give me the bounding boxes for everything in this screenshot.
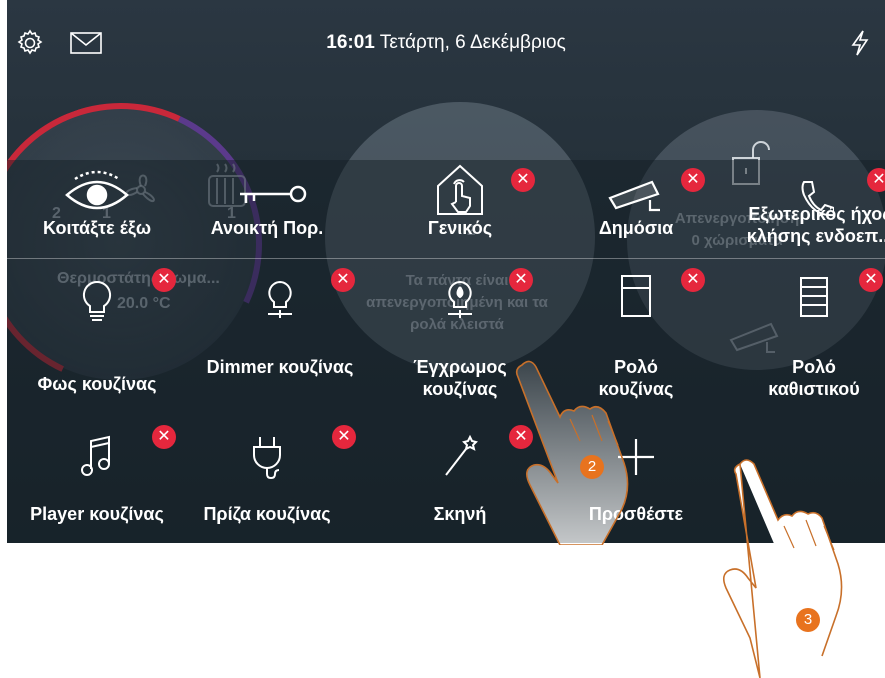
delete-button[interactable]: ✕	[859, 268, 883, 292]
tile-kitchen-light[interactable]: Φως κουζίνας ✕	[12, 268, 182, 394]
hand-pointer-icon	[515, 360, 629, 545]
tile-living-blind[interactable]: Ρολό καθιστικού ✕	[729, 268, 885, 399]
tile-label: Εξωτερικός ήχος κλήσης ενδοεπ...	[746, 204, 885, 246]
delete-button[interactable]: ✕	[867, 168, 885, 192]
clock-time: 16:01	[326, 32, 375, 53]
lightning-icon[interactable]	[845, 28, 875, 58]
eye-icon	[65, 170, 129, 210]
clock-date-text: Τετάρτη, 6 Δεκέμβριος	[379, 32, 566, 53]
status-bar: 16:01 Τετάρτη, 6 Δεκέμβριος	[7, 0, 885, 88]
tile-kitchen-player[interactable]: Player κουζίνας ✕	[12, 425, 182, 543]
tile-label: Φως κουζίνας	[37, 374, 157, 394]
step-badge: 3	[796, 608, 820, 632]
delete-button[interactable]: ✕	[681, 268, 705, 292]
tile-kitchen-dimmer[interactable]: Dimmer κουζίνας ✕	[195, 268, 365, 388]
camera-icon	[608, 180, 660, 212]
delete-button[interactable]: ✕	[332, 425, 356, 449]
delete-button[interactable]: ✕	[152, 268, 176, 292]
tile-external-ring[interactable]: Εξωτερικός ήχος κλήσης ενδοεπ... ✕	[729, 162, 885, 282]
delete-button[interactable]: ✕	[511, 168, 535, 192]
tile-public-camera[interactable]: Δημόσια ✕	[551, 162, 721, 282]
tile-general[interactable]: Γενικός ✕	[375, 162, 545, 282]
delete-button[interactable]: ✕	[681, 168, 705, 192]
tile-open-gate[interactable]: Ανοικτή Πορ.	[182, 162, 352, 282]
magic-wand-icon	[445, 434, 478, 476]
delete-button[interactable]: ✕	[152, 425, 176, 449]
step-badge: 2	[580, 455, 604, 479]
tile-look-outside[interactable]: Κοιτάξτε έξω	[12, 162, 182, 282]
bulb-icon	[82, 280, 112, 321]
hand-pointer-icon	[722, 459, 843, 678]
plug-icon	[253, 437, 281, 480]
music-note-icon	[81, 435, 110, 476]
house-touch-icon	[437, 164, 483, 215]
tile-kitchen-plug[interactable]: Πρίζα κουζίνας ✕	[182, 425, 356, 543]
blind-icon	[800, 277, 828, 317]
tile-label: Dimmer κουζίνας	[206, 357, 354, 377]
dimmer-bulb-icon	[268, 280, 292, 318]
tile-label: Ανοικτή Πορ.	[210, 218, 324, 238]
color-bulb-icon	[448, 280, 472, 318]
clock-date: 16:01 Τετάρτη, 6 Δεκέμβριος	[7, 32, 885, 54]
key-icon	[240, 185, 307, 203]
tile-label: Ρολό καθιστικού	[768, 357, 860, 399]
shutter-icon	[621, 275, 651, 317]
tile-label: Player κουζίνας	[30, 504, 164, 524]
delete-button[interactable]: ✕	[331, 268, 355, 292]
delete-button[interactable]: ✕	[509, 268, 533, 292]
tile-label: Γενικός	[427, 218, 493, 238]
tile-label: Κοιτάξτε έξω	[42, 218, 152, 238]
tile-label: Δημόσια	[598, 218, 674, 238]
tile-label: Πρίζα κουζίνας	[203, 504, 331, 524]
